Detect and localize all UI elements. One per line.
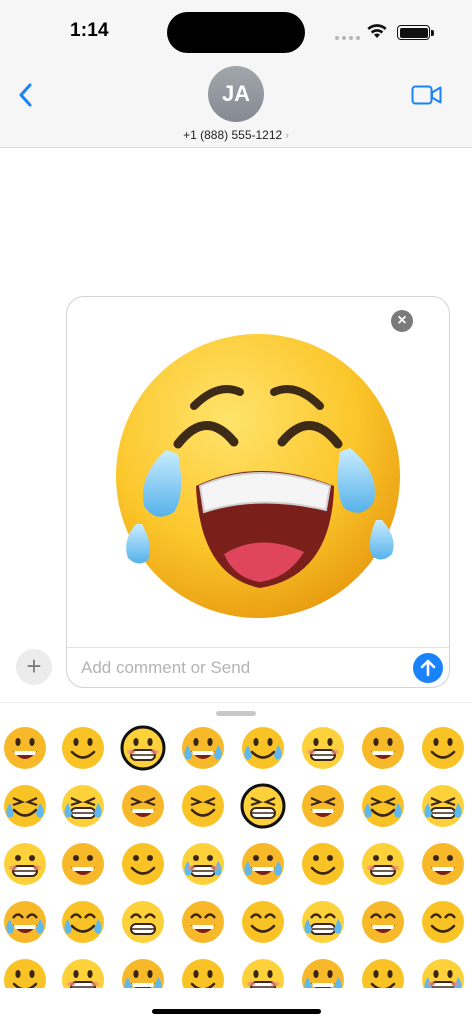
- cellular-signal-icon: [335, 36, 360, 40]
- emoji-key[interactable]: [60, 899, 106, 945]
- emoji-key[interactable]: [60, 841, 106, 887]
- emoji-key[interactable]: [240, 841, 286, 887]
- emoji-key[interactable]: [2, 783, 48, 829]
- emoji-key[interactable]: [300, 841, 346, 887]
- emoji-key[interactable]: [2, 725, 48, 771]
- emoji-key[interactable]: [420, 783, 466, 829]
- emoji-key[interactable]: [240, 899, 286, 945]
- emoji-key[interactable]: [120, 841, 166, 887]
- back-chevron-icon[interactable]: [14, 80, 38, 110]
- chevron-right-icon: ›: [285, 130, 289, 142]
- remove-sticker-button[interactable]: ×: [391, 310, 413, 332]
- emoji-key[interactable]: [420, 725, 466, 771]
- emoji-key[interactable]: [420, 841, 466, 887]
- emoji-key[interactable]: [2, 841, 48, 887]
- contact-number: +1 (888) 555-1212: [183, 128, 283, 142]
- emoji-key[interactable]: [120, 899, 166, 945]
- drag-handle[interactable]: [216, 711, 256, 716]
- arrow-up-icon: [420, 659, 436, 677]
- emoji-picker-panel: [0, 702, 472, 1024]
- home-indicator: [152, 1009, 321, 1014]
- emoji-key[interactable]: [120, 783, 166, 829]
- emoji-key[interactable]: [180, 783, 226, 829]
- contact-avatar[interactable]: JA: [208, 66, 264, 122]
- emoji-key[interactable]: [360, 841, 406, 887]
- emoji-key[interactable]: [300, 899, 346, 945]
- send-button[interactable]: [413, 653, 443, 683]
- emoji-key[interactable]: [60, 725, 106, 771]
- wifi-icon: [367, 24, 387, 38]
- plus-button[interactable]: +: [16, 649, 52, 685]
- emoji-key[interactable]: [60, 783, 106, 829]
- emoji-key[interactable]: [360, 725, 406, 771]
- emoji-key[interactable]: [300, 783, 346, 829]
- bottom-safe-area: [0, 988, 472, 1024]
- video-camera-icon[interactable]: [411, 84, 443, 106]
- emoji-key[interactable]: [300, 725, 346, 771]
- battery-icon: [397, 25, 434, 40]
- emoji-key[interactable]: [2, 899, 48, 945]
- rolling-laughing-tears-emoji-preview: [116, 334, 400, 618]
- status-bar: 1:14: [0, 0, 472, 62]
- contact-name[interactable]: +1 (888) 555-1212 ›: [0, 128, 472, 142]
- emoji-key[interactable]: [240, 783, 286, 829]
- emoji-key[interactable]: [240, 725, 286, 771]
- emoji-key[interactable]: [180, 899, 226, 945]
- dynamic-island: [167, 12, 305, 53]
- comment-field[interactable]: Add comment or Send: [67, 647, 449, 687]
- comment-placeholder: Add comment or Send: [81, 658, 251, 677]
- emoji-key[interactable]: [360, 783, 406, 829]
- emoji-key[interactable]: [360, 899, 406, 945]
- conversation-header: JA +1 (888) 555-1212 ›: [0, 62, 472, 148]
- emoji-key[interactable]: [120, 725, 166, 771]
- emoji-key[interactable]: [180, 725, 226, 771]
- emoji-key[interactable]: [420, 899, 466, 945]
- status-time: 1:14: [70, 20, 109, 41]
- emoji-key[interactable]: [180, 841, 226, 887]
